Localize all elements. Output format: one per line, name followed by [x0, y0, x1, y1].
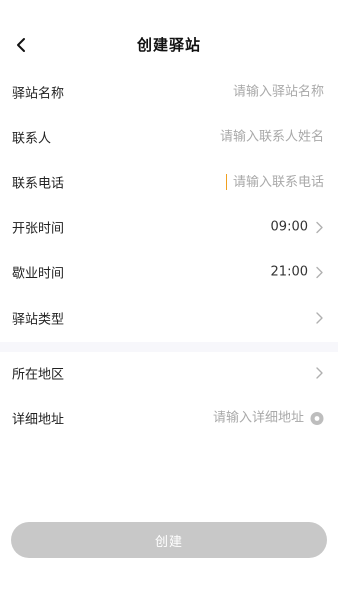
open-time-value: 09:00 — [270, 219, 308, 235]
open-time-row[interactable]: 开张时间 09:00 — [0, 204, 338, 250]
chevron-right-icon — [316, 367, 323, 379]
location-pin-icon[interactable] — [310, 411, 324, 425]
close-time-row[interactable]: 歇业时间 21:00 — [0, 249, 338, 295]
contact-label: 联系人 — [12, 131, 52, 147]
station-type-label: 驿站类型 — [12, 312, 65, 328]
region-label: 所在地区 — [12, 367, 65, 383]
open-time-label: 开张时间 — [12, 221, 65, 237]
contact-input[interactable] — [184, 129, 324, 145]
phone-label: 联系电话 — [12, 176, 65, 192]
address-row: 详细地址 — [0, 395, 338, 441]
station-name-label: 驿站名称 — [12, 86, 65, 102]
close-time-label: 歇业时间 — [12, 266, 65, 282]
text-caret — [226, 174, 227, 190]
address-input[interactable] — [204, 410, 304, 426]
address-label: 详细地址 — [12, 412, 65, 428]
station-name-row: 驿站名称 — [0, 69, 338, 115]
phone-input[interactable] — [228, 174, 324, 190]
station-type-row[interactable]: 驿站类型 — [0, 295, 338, 341]
close-time-value: 21:00 — [270, 264, 308, 280]
chevron-right-icon — [316, 266, 323, 278]
chevron-right-icon — [316, 312, 323, 324]
chevron-right-icon — [316, 221, 323, 233]
station-name-input[interactable] — [184, 84, 324, 100]
create-button[interactable]: 创建 — [11, 522, 327, 558]
page-title: 创建驿站 — [136, 36, 201, 54]
contact-row: 联系人 — [0, 114, 338, 160]
region-row[interactable]: 所在地区 — [0, 350, 338, 396]
phone-row: 联系电话 — [0, 159, 338, 205]
